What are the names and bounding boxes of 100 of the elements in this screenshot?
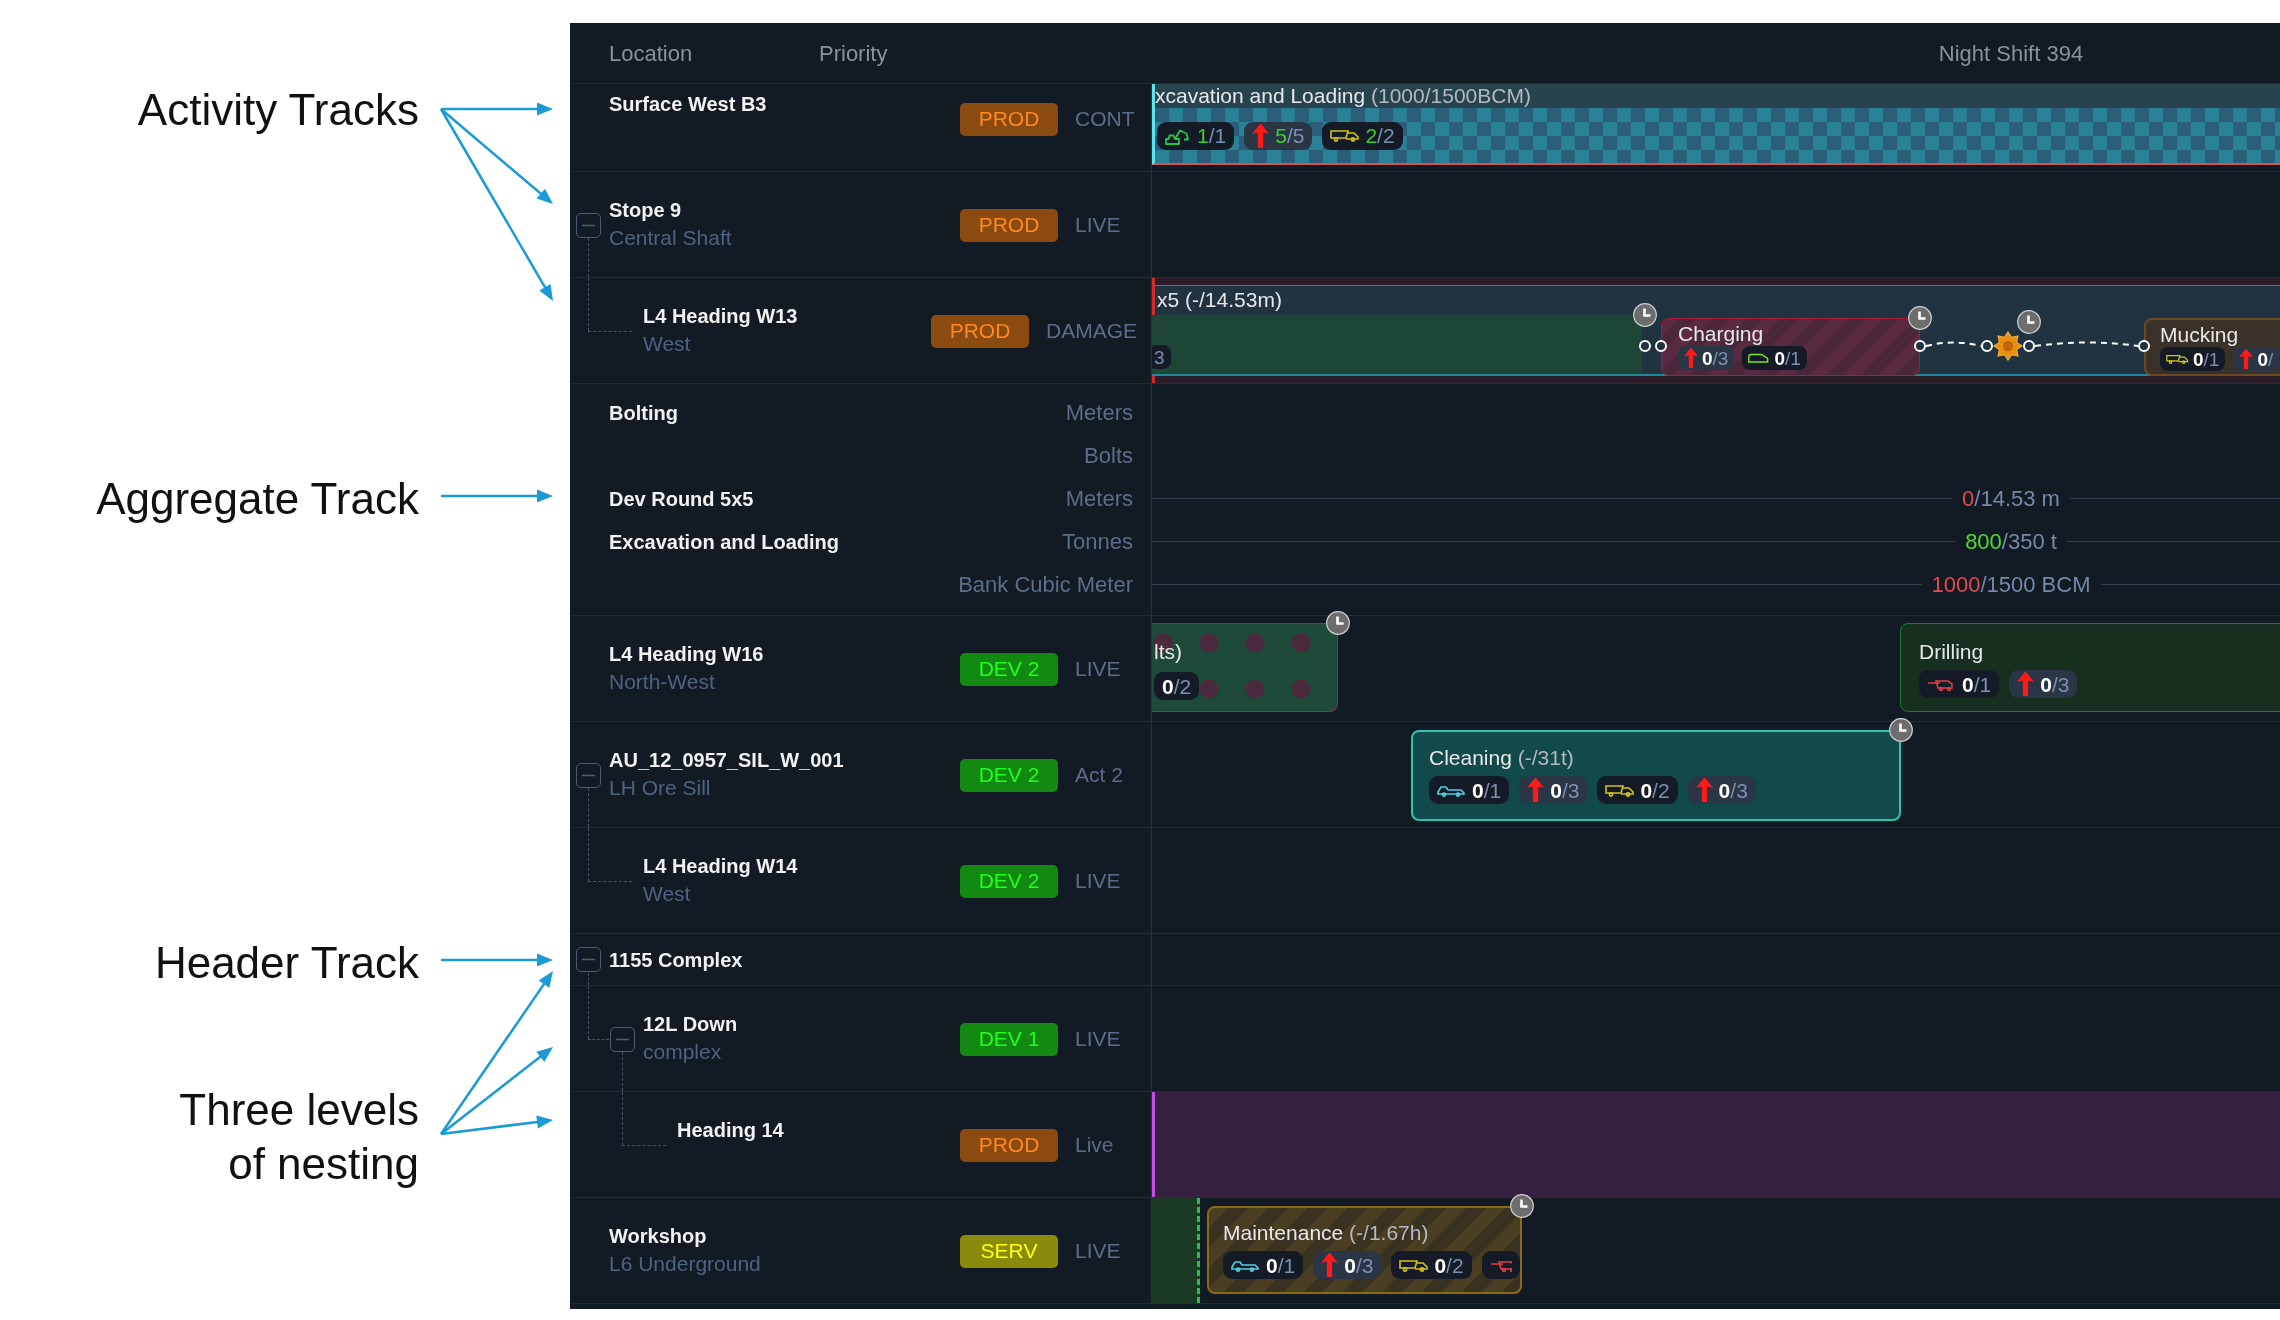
- resource-count: 0/1: [1472, 779, 1502, 801]
- track-name: 1155 Complex: [609, 947, 743, 973]
- track-status: LIVE: [1075, 1238, 1122, 1265]
- aggregate-name: Excavation and Loading: [609, 529, 840, 555]
- truck-icon: [1399, 1258, 1429, 1272]
- track-status: Live: [1075, 1132, 1115, 1159]
- aggregate-unit: Meters: [1065, 399, 1133, 427]
- truck-icon: [1605, 783, 1635, 797]
- collapse-button[interactable]: [576, 762, 601, 788]
- callout-label: Header Track: [154, 937, 419, 989]
- arrow-up-icon: [1252, 123, 1270, 148]
- track-name: AU_12_0957_SIL_W_001: [609, 748, 844, 773]
- callout-label: Aggregate Track: [96, 473, 419, 525]
- activity-title: lts): [1154, 639, 1182, 665]
- track-name: 12L Down: [643, 1012, 738, 1037]
- activity-title: Mucking: [2160, 323, 2239, 347]
- machine-icon: [1927, 677, 1956, 691]
- machine-icon: [1489, 1258, 1512, 1272]
- track-name: Stope 9: [609, 198, 683, 223]
- priority-badge: PROD: [960, 1128, 1058, 1162]
- resource-count: 5/5: [1275, 125, 1305, 146]
- priority-badge: DEV 2: [960, 758, 1058, 792]
- column-header: Priority: [819, 39, 888, 68]
- track-subtitle: North-West: [609, 669, 716, 695]
- priority-badge: DEV 1: [960, 1022, 1058, 1056]
- resource-count: 3: [1154, 347, 1165, 367]
- activity-block[interactable]: Mucking 0/1 0/: [2144, 318, 2280, 376]
- priority-badge: DEV 2: [960, 864, 1058, 898]
- resource-count: 1/1: [1197, 125, 1227, 146]
- activity-title: Maintenance (-/1.67h): [1223, 1220, 1429, 1246]
- track-name: Workshop: [609, 1224, 708, 1249]
- arrow-up-icon: [1321, 1253, 1339, 1277]
- collapse-button[interactable]: [610, 1026, 635, 1052]
- aggregate-unit: Meters: [1065, 485, 1133, 513]
- activity-block[interactable]: Cleaning (-/31t) 0/1 0/3 0/2 0/3: [1411, 730, 1901, 821]
- resource-count: 0/1: [1962, 673, 1992, 695]
- truck-icon: [2166, 354, 2189, 364]
- collapse-button[interactable]: [576, 212, 601, 238]
- track-subtitle: West: [643, 331, 692, 357]
- resource-count: 2/2: [1365, 125, 1395, 146]
- track-name: L4 Heading W13: [643, 304, 798, 329]
- arrow-up-icon: [1695, 778, 1713, 802]
- track-name: L4 Heading W14: [643, 854, 798, 879]
- track-subtitle: LH Ore Sill: [609, 775, 712, 801]
- track-name: Surface West B3: [609, 92, 767, 117]
- resource-count: 0/3: [2040, 673, 2070, 695]
- callout-label: Activity Tracks: [137, 84, 419, 136]
- arrow-up-icon: [1527, 778, 1545, 802]
- track-name: Heading 14: [677, 1118, 784, 1143]
- collapse-button[interactable]: [576, 947, 601, 972]
- resource-count: 0/2: [1640, 779, 1670, 801]
- track-status: LIVE: [1075, 212, 1122, 239]
- resource-count: 0/2: [1162, 675, 1192, 697]
- aggregate-unit: Tonnes: [1062, 528, 1133, 556]
- arrow-up-icon: [2239, 349, 2254, 369]
- activity-block[interactable]: 3: [1152, 315, 1642, 376]
- aggregate-name: Bolting: [609, 400, 678, 426]
- priority-badge: PROD: [931, 314, 1029, 348]
- track-name: L4 Heading W16: [609, 642, 764, 667]
- truck-icon: [1330, 129, 1360, 142]
- activity-block[interactable]: Drilling 0/1 0/3: [1900, 623, 2280, 712]
- vehicle-icon: [1437, 783, 1466, 797]
- track-status: LIVE: [1075, 656, 1122, 683]
- resource-count: 0/: [2257, 349, 2274, 369]
- callout-label: Three levels of nesting: [178, 1084, 419, 1190]
- aggregate-unit: Bank Cubic Meter: [958, 571, 1133, 599]
- aggregate-value: 800/350 t: [1964, 528, 2058, 556]
- resource-count: 0/1: [2193, 349, 2220, 369]
- aggregate-unit: Bolts: [1084, 442, 1133, 470]
- track-status: LIVE: [1075, 868, 1122, 895]
- aggregate-name: Dev Round 5x5: [609, 486, 754, 512]
- track-subtitle: complex: [643, 1039, 723, 1065]
- priority-badge: DEV 2: [960, 652, 1058, 686]
- priority-badge: SERV: [960, 1234, 1058, 1268]
- track-subtitle: Central Shaft: [609, 225, 732, 251]
- resource-count: 0/3: [1718, 779, 1748, 801]
- aggregate-value: 1000/1500 BCM: [1930, 571, 2092, 599]
- track-status: DAMAGE: [1046, 318, 1137, 345]
- resource-count: 0/3: [1344, 1254, 1374, 1276]
- van-icon: [1748, 353, 1771, 363]
- activity-block[interactable]: lts) 0/2: [1152, 623, 1338, 712]
- shift-label: Night Shift 394: [1938, 39, 2084, 68]
- resource-count: 0/2: [1434, 1254, 1464, 1276]
- activity-block[interactable]: [1152, 1198, 1200, 1303]
- activity-title: xcavation and Loading (1000/1500BCM): [1155, 84, 1531, 108]
- activity-title: Cleaning (-/31t): [1429, 745, 1574, 771]
- aggregate-value: 0/14.53 m: [1961, 485, 2061, 513]
- priority-badge: PROD: [960, 102, 1058, 136]
- activity-summary-bar[interactable]: xcavation and Loading (1000/1500BCM) 1/1 5/5 2/2: [1152, 84, 2280, 165]
- activity-block[interactable]: Maintenance (-/1.67h) 0/1 0/3 0/2: [1207, 1206, 1522, 1294]
- resource-count: 0/1: [1266, 1254, 1296, 1276]
- vehicle-icon: [1231, 1258, 1260, 1272]
- resource-count: 0/3: [1550, 779, 1580, 801]
- activity-title: x5 (-/14.53m): [1157, 287, 1282, 313]
- track-status: CONT: [1075, 106, 1136, 133]
- track-subtitle: West: [643, 881, 692, 907]
- track-status: Act 2: [1075, 762, 1124, 789]
- track-subtitle: L6 Underground: [609, 1251, 761, 1277]
- arrow-up-icon: [2017, 672, 2035, 696]
- track-status: LIVE: [1075, 1026, 1122, 1053]
